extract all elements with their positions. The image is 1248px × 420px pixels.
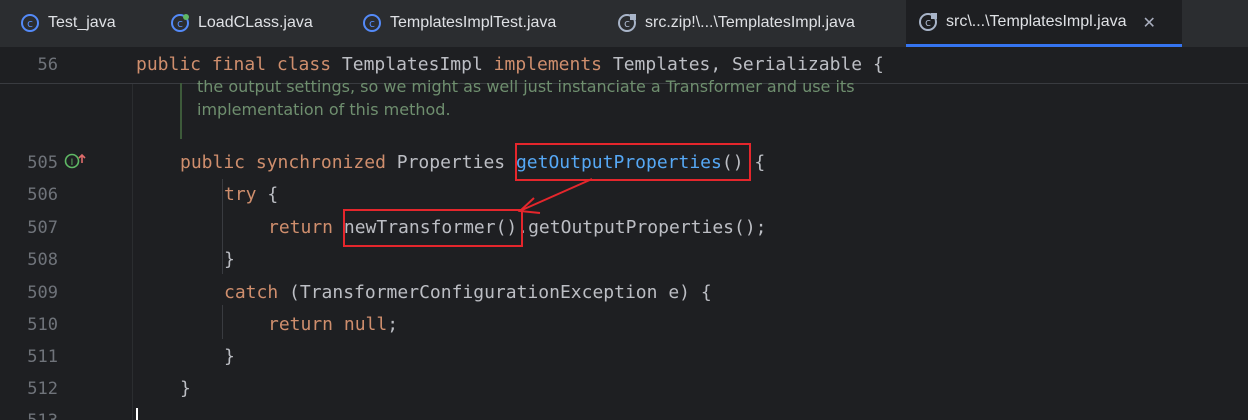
- keyword: return: [268, 314, 334, 335]
- tab-label: src.zip!\...\TemplatesImpl.java: [645, 13, 855, 31]
- keyword: implements: [493, 54, 603, 75]
- class-run-icon: c: [170, 13, 190, 33]
- svg-text:I: I: [71, 158, 74, 168]
- tab-label: TemplatesImplTest.java: [390, 13, 557, 31]
- indent-guide: [222, 179, 223, 274]
- code-line-close-try: }: [224, 244, 1248, 276]
- class-lib-icon: c: [918, 12, 938, 32]
- doc-comment-line: the output settings, so we might as well…: [197, 77, 855, 96]
- svg-text:c: c: [177, 17, 183, 30]
- code-text: ;: [387, 314, 399, 335]
- keyword: try: [224, 184, 257, 205]
- code-editor[interactable]: 56 public final class TemplatesImpl impl…: [0, 47, 1248, 420]
- tab-label: LoadCLass.java: [198, 13, 313, 31]
- class-lib-icon: c: [617, 13, 637, 33]
- class-name: TemplatesImpl: [331, 54, 494, 75]
- class-icon: c: [20, 13, 40, 33]
- ide-window: c Test_java c LoadCLass.java c Templates…: [0, 0, 1248, 420]
- doc-comment-line: implementation of this method.: [197, 100, 451, 119]
- code-line-try: try {: [224, 179, 1248, 211]
- line-number: 508: [27, 250, 58, 270]
- indent-guide: [222, 305, 223, 339]
- code-text: {: [256, 184, 279, 205]
- keyword: public final class: [136, 54, 332, 75]
- keyword: return: [268, 217, 334, 238]
- code-line-catch: catch (TransformerConfigurationException…: [224, 277, 1248, 309]
- code-text: }: [224, 249, 235, 270]
- keyword: catch: [224, 282, 279, 303]
- code-text: }: [180, 378, 191, 399]
- tab-label: src\...\TemplatesImpl.java: [946, 13, 1127, 30]
- code-line-close-catch: }: [224, 341, 1248, 373]
- svg-text:c: c: [925, 16, 931, 29]
- annotation-arrow: [517, 178, 593, 214]
- implements-override-icon[interactable]: I: [64, 151, 88, 175]
- keyword: public synchronized: [180, 152, 386, 173]
- class-icon: c: [362, 13, 382, 33]
- code-text: Properties: [385, 152, 516, 173]
- line-number: 506: [27, 185, 58, 205]
- gutter-divider: [132, 47, 133, 420]
- svg-text:c: c: [27, 17, 33, 30]
- svg-text:c: c: [624, 17, 630, 30]
- line-number: 513: [0, 405, 58, 420]
- line-number: 507: [27, 218, 58, 238]
- tab-test-java[interactable]: c Test_java: [8, 0, 138, 45]
- keyword: null: [343, 314, 388, 335]
- line-number: 505: [27, 153, 58, 173]
- code-line-close-method: }: [180, 373, 1248, 405]
- svg-text:c: c: [369, 17, 375, 30]
- line-number: 512: [27, 379, 58, 399]
- tab-templatesimpltest-java[interactable]: c TemplatesImplTest.java: [350, 0, 580, 45]
- tab-loadclass-java[interactable]: c LoadCLass.java: [158, 0, 328, 45]
- tab-label: Test_java: [48, 13, 116, 31]
- code-line-return-null: return null;: [268, 309, 1248, 341]
- line-number: 56: [37, 55, 58, 75]
- code-text: }: [224, 346, 235, 367]
- close-icon[interactable]: ✕: [1143, 13, 1156, 32]
- code-text: Templates, Serializable {: [602, 54, 884, 75]
- code-text: (TransformerConfigurationException e) {: [278, 282, 712, 303]
- tab-srczip-templatesimpl-java[interactable]: c src.zip!\...\TemplatesImpl.java: [605, 0, 895, 45]
- line-number: 510: [27, 315, 58, 335]
- highlight-box-getoutputproperties: [515, 143, 751, 181]
- tab-src-templatesimpl-java[interactable]: c src\...\TemplatesImpl.java ✕: [906, 0, 1182, 47]
- highlight-box-newtransformer: [343, 209, 523, 247]
- line-number: 511: [27, 347, 58, 367]
- text-caret: [136, 408, 138, 420]
- line-number: 509: [27, 283, 58, 303]
- editor-tab-bar: c Test_java c LoadCLass.java c Templates…: [0, 0, 1248, 47]
